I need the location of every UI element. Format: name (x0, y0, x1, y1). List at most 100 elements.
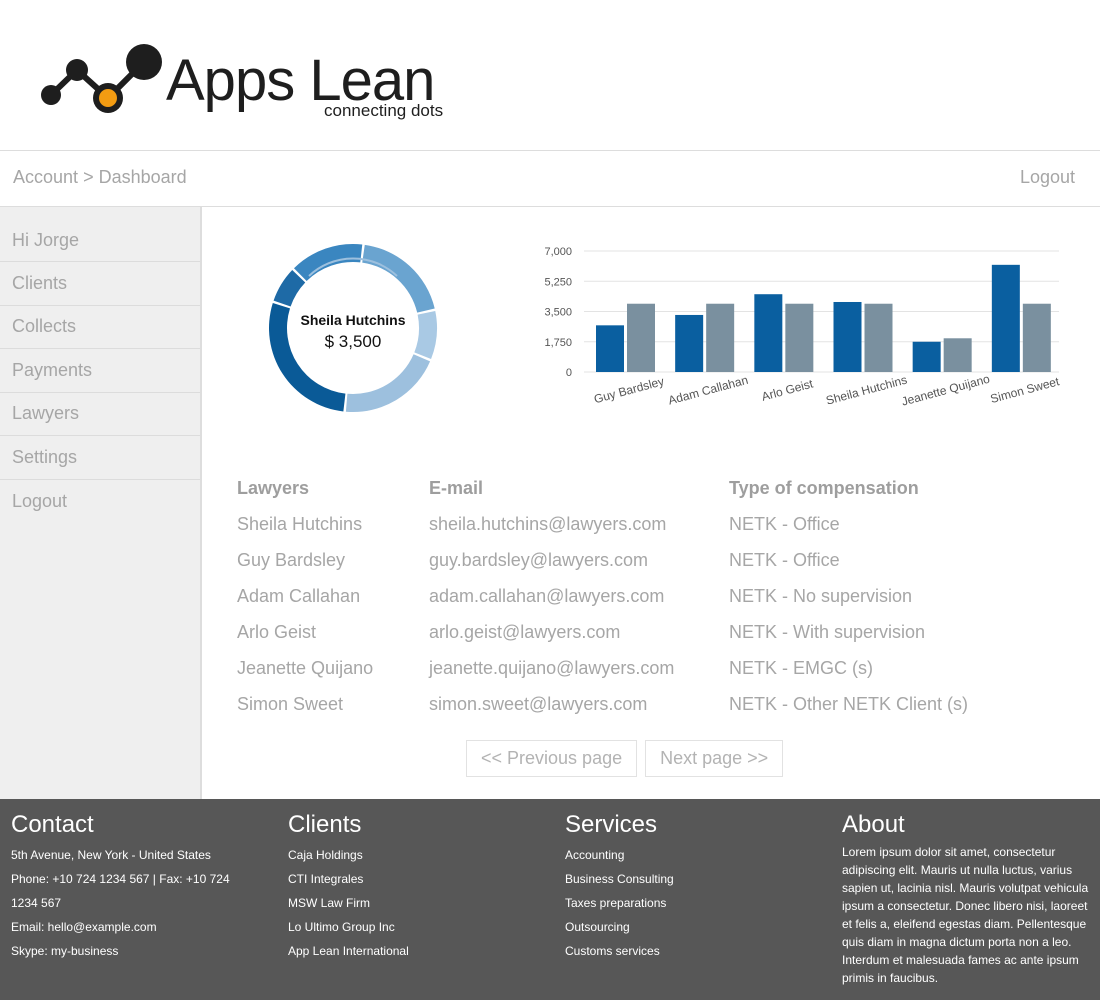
cell-lawyer-name: Sheila Hutchins (237, 513, 363, 534)
x-tick-label: Guy Bardsley (592, 374, 665, 406)
previous-page-button[interactable]: << Previous page (466, 740, 638, 777)
footer-contact-address: 5th Avenue, New York - United States (11, 848, 211, 862)
footer-about-text: Lorem ipsum dolor sit amet, consectetur … (842, 845, 1089, 985)
donut-label-value: $ 3,500 (324, 332, 382, 351)
bar[interactable] (675, 314, 704, 372)
footer-clients-title: Clients (288, 811, 362, 838)
breadcrumb-separator: > (83, 167, 94, 187)
cell-email: sheila.hutchins@lawyers.com (429, 513, 667, 534)
bar[interactable] (943, 338, 972, 372)
lawyers-table: Lawyers E-mail Type of compensation Shei… (237, 470, 997, 722)
cell-email: jeanette.quijano@lawyers.com (429, 657, 675, 678)
footer-client-link[interactable]: CTI Integrales (288, 867, 409, 891)
sidebar-item-collects[interactable]: Collects (0, 306, 200, 349)
cell-compensation: NETK - No supervision (729, 585, 913, 606)
sidebar-item-clients[interactable]: Clients (0, 262, 200, 306)
table-row[interactable]: Guy Bardsley guy.bardsley@lawyers.com NE… (237, 542, 997, 578)
footer-client-link[interactable]: Lo Ultimo Group Inc (288, 915, 409, 939)
bar[interactable] (1022, 303, 1051, 372)
bar[interactable] (912, 341, 941, 372)
table-row[interactable]: Arlo Geist arlo.geist@lawyers.com NETK -… (237, 614, 997, 650)
table-row[interactable]: Simon Sweet simon.sweet@lawyers.com NETK… (237, 686, 997, 722)
cell-lawyer-name: Jeanette Quijano (237, 657, 374, 678)
footer-contact-email[interactable]: Email: hello@example.com (11, 915, 230, 939)
top-bar: Account > Dashboard Logout (0, 150, 1100, 207)
bar[interactable] (991, 264, 1020, 372)
table-row[interactable]: Adam Callahan adam.callahan@lawyers.com … (237, 578, 997, 614)
connecting-dots-logo-icon (41, 44, 162, 113)
cell-lawyer-name: Adam Callahan (237, 585, 361, 606)
donut-segment[interactable] (345, 354, 431, 412)
donut-segment[interactable] (362, 244, 435, 313)
footer-service-link[interactable]: Taxes preparations (565, 891, 674, 915)
x-tick-label: Adam Callahan (667, 373, 750, 408)
cell-lawyer-name: Guy Bardsley (237, 549, 346, 570)
sidebar-item-lawyers[interactable]: Lawyers (0, 393, 200, 436)
cell-email: arlo.geist@lawyers.com (429, 621, 621, 642)
bar[interactable] (833, 301, 862, 372)
x-tick-label: Jeanette Quijano (900, 372, 992, 409)
donut-segment[interactable] (273, 270, 306, 307)
breadcrumb-account[interactable]: Account (13, 167, 78, 187)
sidebar: Hi Jorge Clients Collects Payments Lawye… (0, 207, 202, 799)
bar[interactable] (864, 303, 893, 372)
footer-about-title: About (842, 811, 905, 838)
footer-client-link[interactable]: Caja Holdings (288, 843, 409, 867)
footer-clients: Clients Caja Holdings CTI Integrales MSW… (288, 811, 409, 963)
table-row[interactable]: Sheila Hutchins sheila.hutchins@lawyers.… (237, 506, 997, 542)
sidebar-item-logout[interactable]: Logout (0, 480, 200, 524)
footer-client-link[interactable]: App Lean International (288, 939, 409, 963)
x-tick-label: Simon Sweet (989, 374, 1062, 406)
column-header-lawyers[interactable]: Lawyers (237, 478, 429, 499)
table-row[interactable]: Jeanette Quijano jeanette.quijano@lawyer… (237, 650, 997, 686)
bar[interactable] (596, 325, 624, 372)
donut-chart: Sheila Hutchins $ 3,500 (268, 238, 438, 418)
footer-client-link[interactable]: MSW Law Firm (288, 891, 409, 915)
sidebar-item-settings[interactable]: Settings (0, 436, 200, 480)
footer-about: About Lorem ipsum dolor sit amet, consec… (842, 811, 1090, 987)
sidebar-greeting: Hi Jorge (0, 207, 200, 262)
bar[interactable] (627, 303, 655, 372)
bar[interactable] (706, 303, 735, 372)
footer-contact-phone: Phone: +10 724 1234 567 | Fax: +10 724 (11, 872, 230, 886)
x-tick-label: Sheila Hutchins (824, 373, 908, 408)
brand-logo[interactable]: Apps Lean connecting dots (38, 40, 458, 130)
x-tick-label: Arlo Geist (760, 376, 815, 403)
donut-label-name: Sheila Hutchins (300, 312, 406, 328)
pagination: << Previous page Next page >> (466, 740, 784, 777)
cell-compensation: NETK - Office (729, 513, 840, 534)
cell-email: simon.sweet@lawyers.com (429, 693, 648, 714)
footer-service-link[interactable]: Outsourcing (565, 915, 674, 939)
breadcrumb-dashboard[interactable]: Dashboard (99, 167, 187, 187)
breadcrumb: Account > Dashboard (13, 167, 187, 188)
footer-contact-skype: Skype: my-business (11, 944, 119, 958)
footer-contact-title: Contact (11, 811, 94, 838)
bar[interactable] (785, 303, 814, 372)
footer-services-title: Services (565, 811, 658, 838)
next-page-button[interactable]: Next page >> (645, 740, 784, 777)
cell-email: guy.bardsley@lawyers.com (429, 549, 649, 570)
footer-service-link[interactable]: Customs services (565, 939, 674, 963)
main-content: Sheila Hutchins $ 3,500 7,000 5,250 3,500 1… (202, 207, 1100, 799)
column-header-compensation[interactable]: Type of compensation (729, 478, 989, 499)
cell-lawyer-name: Simon Sweet (237, 693, 344, 714)
y-tick-label: 0 (566, 367, 572, 379)
footer-service-link[interactable]: Accounting (565, 843, 674, 867)
cell-compensation: NETK - EMGC (s) (729, 657, 873, 678)
donut-chart-svg (269, 244, 437, 412)
footer-contact: Contact 5th Avenue, New York - United St… (11, 811, 230, 963)
footer-services: Services Accounting Business Consulting … (565, 811, 674, 963)
top-logout-link[interactable]: Logout (1020, 167, 1075, 188)
y-tick-label: 5,250 (544, 276, 572, 288)
cell-compensation: NETK - With supervision (729, 621, 926, 642)
footer-service-link[interactable]: Business Consulting (565, 867, 674, 891)
bar[interactable] (754, 294, 783, 372)
y-tick-label: 3,500 (544, 307, 572, 319)
y-tick-label: 1,750 (544, 337, 572, 349)
table-header-row: Lawyers E-mail Type of compensation (237, 470, 997, 506)
y-tick-label: 7,000 (544, 246, 572, 258)
brand-tagline: connecting dots (324, 101, 444, 120)
cell-lawyer-name: Arlo Geist (237, 621, 317, 642)
sidebar-item-payments[interactable]: Payments (0, 349, 200, 393)
column-header-email[interactable]: E-mail (429, 478, 729, 499)
